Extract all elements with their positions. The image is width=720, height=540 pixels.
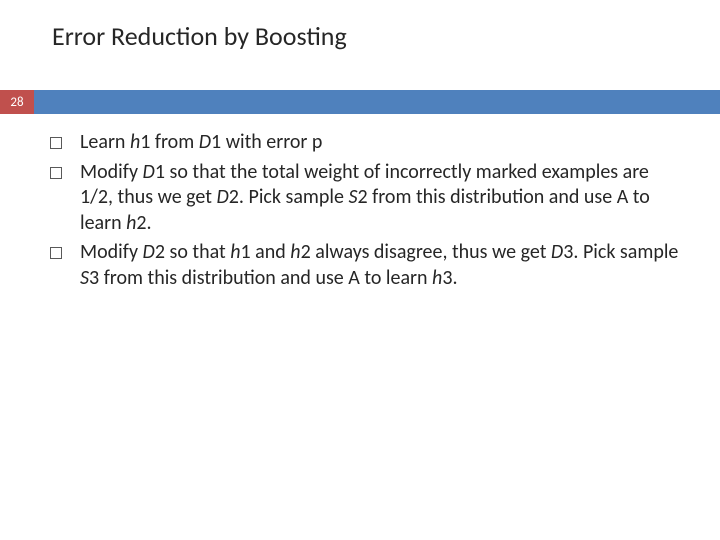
slide: Error Reduction by Boosting 28 Learn h1 … — [0, 0, 720, 540]
bullet-list: Learn h1 from D1 with error p Modify D1 s… — [50, 130, 680, 296]
list-item: Modify D2 so that h1 and h2 always disag… — [50, 240, 680, 291]
bullet-icon — [50, 247, 62, 259]
slide-number-badge: 28 — [0, 90, 34, 114]
header-bar: 28 — [0, 90, 720, 114]
bullet-icon — [50, 137, 62, 149]
bullet-text: Modify D2 so that h1 and h2 always disag… — [80, 240, 680, 291]
bullet-text: Modify D1 so that the total weight of in… — [80, 160, 680, 237]
list-item: Modify D1 so that the total weight of in… — [50, 160, 680, 237]
list-item: Learn h1 from D1 with error p — [50, 130, 680, 156]
bullet-text: Learn h1 from D1 with error p — [80, 130, 322, 156]
slide-title: Error Reduction by Boosting — [52, 20, 347, 52]
accent-bar — [34, 90, 720, 114]
bullet-icon — [50, 167, 62, 179]
